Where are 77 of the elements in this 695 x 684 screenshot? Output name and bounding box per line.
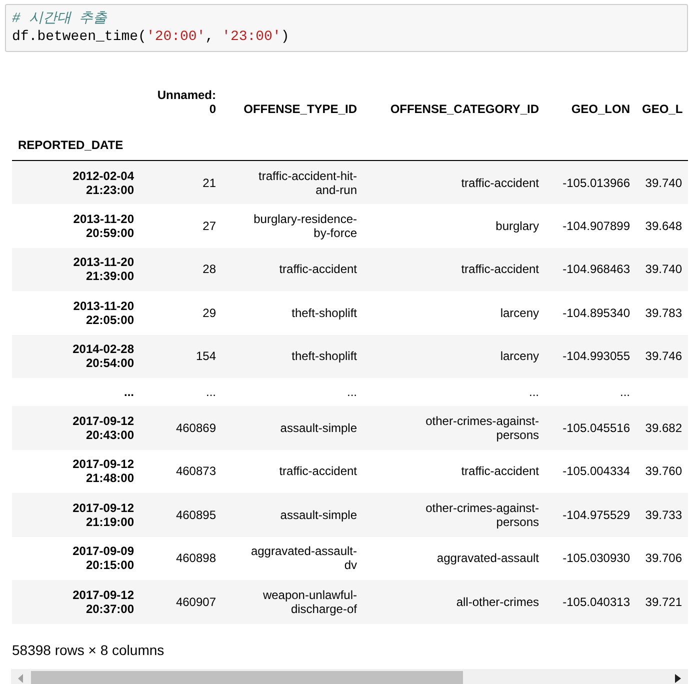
table-cell-text: traffic-accident-hit-and-run: [258, 168, 357, 196]
table-cell: traffic-accident: [461, 262, 539, 276]
table-cell: 39.783: [645, 306, 682, 320]
table-cell: 39.733: [645, 508, 682, 522]
table-cell: -105.004334: [562, 464, 630, 478]
column-header: OFFENSE_TYPE_ID: [244, 102, 357, 116]
row-count-text: 58398 rows × 8 columns: [12, 640, 166, 660]
table-cell: ...: [346, 385, 357, 399]
table-cell-text: other-crimes-against-persons: [424, 414, 539, 442]
table-cell: larceny: [500, 349, 539, 364]
index-cell-text: ...: [122, 385, 134, 399]
table-cell: 39.682: [645, 420, 682, 435]
table-cell: 39.740: [645, 262, 682, 276]
table-cell: 29: [202, 306, 216, 320]
index-cell-text: 2013-11-20 22:05:00: [72, 298, 134, 327]
table-cell: 460869: [176, 420, 216, 435]
table-cell: 460907: [176, 594, 216, 609]
index-cell-text: 2017-09-12 21:48:00: [72, 457, 134, 486]
table-cell: traffic-accident: [461, 176, 539, 190]
table-cell: 39.721: [645, 594, 682, 609]
scrollbar-thumb[interactable]: [31, 670, 463, 684]
code-line: df.between_time('20:00', '23:00'): [12, 28, 290, 46]
column-header: GEO_LON: [571, 102, 630, 116]
scroll-right-icon[interactable]: [675, 674, 681, 683]
table-cell: 154: [196, 349, 216, 364]
index-cell-text: 2014-02-28 20:54:00: [72, 342, 134, 370]
code-comment: # 시간대 추출: [12, 10, 108, 28]
table-cell-text: aggravated-assault-dv: [250, 544, 357, 572]
table-cell: -104.968463: [562, 262, 630, 276]
table-cell: traffic-accident: [279, 464, 357, 478]
table-cell-text: weapon-unlawful-discharge-of: [262, 588, 357, 616]
index-header: REPORTED_DATE: [18, 138, 124, 152]
column-header: OFFENSE_CATEGORY_ID: [390, 102, 539, 116]
table-cell-text: burglary-residence-by-force: [252, 212, 357, 240]
table-cell: 39.648: [645, 218, 682, 233]
table-cell-text: other-crimes-against-persons: [424, 500, 539, 529]
table-cell: 460898: [176, 551, 216, 566]
column-header: Unnamed: 0: [156, 88, 216, 116]
table-cell: ...: [620, 385, 630, 399]
table-cell: all-other-crimes: [456, 594, 539, 609]
table-cell: -105.040313: [562, 594, 630, 609]
scroll-left-icon[interactable]: [18, 674, 24, 683]
table-cell: 39.706: [645, 551, 682, 566]
table-cell: 460895: [176, 508, 216, 522]
table-cell: ...: [528, 385, 539, 399]
table-cell: ...: [206, 385, 216, 399]
table-cell: 39.760: [645, 464, 682, 478]
index-cell-text: 2017-09-12 21:19:00: [72, 500, 134, 529]
table-cell: 21: [202, 176, 216, 190]
table-cell: larceny: [500, 306, 539, 320]
table-cell: -104.895340: [562, 306, 630, 320]
table-cell: -104.993055: [562, 349, 630, 364]
table-cell: theft-shoplift: [292, 349, 357, 364]
index-cell-text: 2017-09-12 20:37:00: [72, 588, 134, 616]
index-cell-text: 2017-09-09 20:15:00: [72, 544, 134, 572]
table-cell: -105.030930: [562, 551, 630, 566]
table-cell: 39.746: [645, 349, 682, 364]
table-cell: traffic-accident: [461, 464, 539, 478]
table-cell: 460873: [176, 464, 216, 478]
table-cell: 27: [202, 218, 216, 233]
table-cell: assault-simple: [280, 420, 357, 435]
column-header: GEO_L: [642, 102, 683, 116]
table-cell: traffic-accident: [279, 262, 357, 276]
index-cell-text: 2013-11-20 21:39:00: [72, 255, 134, 284]
index-cell-text: 2013-11-20 20:59:00: [72, 212, 134, 240]
table-cell: -105.045516: [562, 420, 630, 435]
table-cell: assault-simple: [280, 508, 357, 522]
table-cell: aggravated-assault: [436, 551, 539, 566]
table-cell: 39.740: [645, 176, 682, 190]
table-cell: -104.907899: [562, 218, 630, 233]
index-cell-text: 2017-09-12 20:43:00: [72, 414, 134, 442]
table-cell: -104.975529: [562, 508, 630, 522]
table-cell: 28: [202, 262, 216, 276]
table-cell: -105.013966: [562, 176, 630, 190]
index-cell-text: 2012-02-04 21:23:00: [72, 168, 134, 196]
table-cell: burglary: [496, 218, 539, 233]
table-cell: theft-shoplift: [292, 306, 357, 320]
